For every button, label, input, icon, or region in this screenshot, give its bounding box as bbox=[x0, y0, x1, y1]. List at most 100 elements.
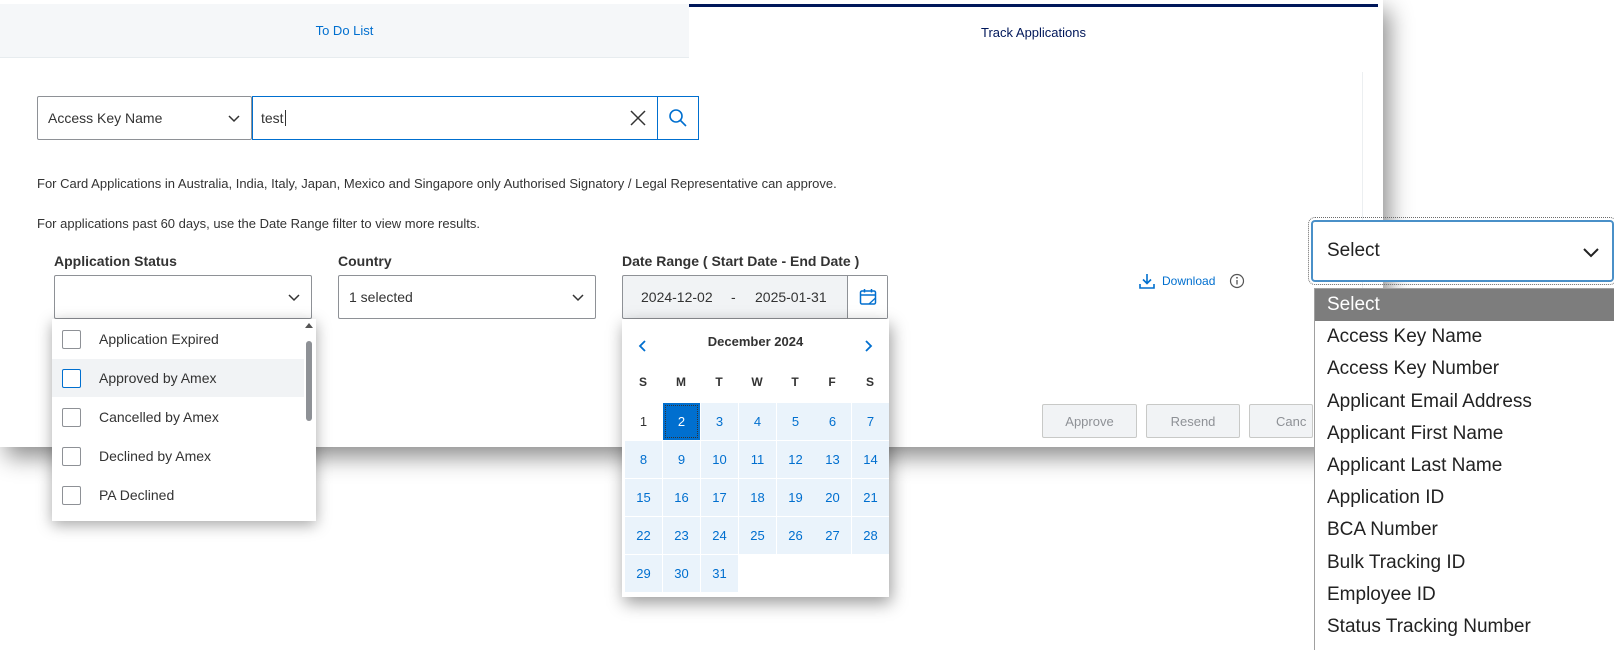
dropdown-option-access-key-number[interactable]: Access Key Number bbox=[1315, 353, 1614, 385]
status-option-pa-declined[interactable]: PA Declined bbox=[52, 476, 304, 514]
calendar-day-3[interactable]: 3 bbox=[701, 403, 738, 440]
calendar-day-1[interactable]: 1 bbox=[625, 403, 662, 440]
checkbox[interactable] bbox=[62, 485, 81, 505]
status-option-application-expired[interactable]: Application Expired bbox=[52, 320, 304, 358]
status-option-label: Declined by Amex bbox=[99, 448, 212, 464]
status-option-label: Approved by Amex bbox=[99, 370, 217, 386]
date-range-note: For applications past 60 days, use the D… bbox=[37, 216, 480, 231]
dropdown-option-employee-id[interactable]: Employee ID bbox=[1315, 579, 1614, 611]
country-select[interactable]: 1 selected bbox=[338, 275, 596, 319]
search-input[interactable]: test bbox=[252, 96, 658, 140]
dropdown-option-access-key-name[interactable]: Access Key Name bbox=[1315, 321, 1614, 353]
status-option-label: Application Expired bbox=[99, 331, 219, 347]
calendar-day-19[interactable]: 19 bbox=[777, 479, 814, 516]
checkbox[interactable] bbox=[62, 446, 81, 466]
calendar-month-title: December 2024 bbox=[707, 334, 804, 349]
tab-bar: To Do List Track Applications bbox=[0, 4, 1378, 58]
calendar-day-15[interactable]: 15 bbox=[625, 479, 662, 516]
calendar-day-20[interactable]: 20 bbox=[814, 479, 851, 516]
search-field-select[interactable]: Select bbox=[1308, 217, 1614, 285]
download-icon bbox=[1139, 274, 1155, 289]
calendar-day-23[interactable]: 23 bbox=[663, 517, 700, 554]
calendar-day-16[interactable]: 16 bbox=[663, 479, 700, 516]
dropdown-option-applicant-first-name[interactable]: Applicant First Name bbox=[1315, 418, 1614, 450]
calendar-day-22[interactable]: 22 bbox=[625, 517, 662, 554]
search-field-options: Select Access Key Name Access Key Number Ap… bbox=[1314, 288, 1614, 650]
scroll-up-icon[interactable] bbox=[304, 321, 314, 329]
calendar-day-28[interactable]: 28 bbox=[852, 517, 889, 554]
date-separator: - bbox=[731, 289, 736, 305]
calendar-day-30[interactable]: 30 bbox=[663, 555, 700, 592]
chevron-down-icon bbox=[572, 294, 584, 302]
calendar-day-9[interactable]: 9 bbox=[663, 441, 700, 478]
tab-to-do-list[interactable]: To Do List bbox=[0, 4, 689, 58]
next-month-button[interactable] bbox=[858, 336, 878, 356]
calendar-day-11[interactable]: 11 bbox=[739, 441, 776, 478]
calendar-day-17[interactable]: 17 bbox=[701, 479, 738, 516]
weekday-header: T bbox=[791, 375, 799, 389]
weekday-header: T bbox=[715, 375, 723, 389]
resend-button[interactable]: Resend bbox=[1146, 404, 1240, 438]
status-option-declined-by-amex[interactable]: Declined by Amex bbox=[52, 437, 304, 475]
search-button[interactable] bbox=[657, 96, 699, 140]
scrollbar-thumb[interactable] bbox=[306, 341, 312, 421]
download-link[interactable]: Download bbox=[1138, 272, 1215, 290]
calendar-day-7[interactable]: 7 bbox=[852, 403, 889, 440]
calendar-day-5[interactable]: 5 bbox=[777, 403, 814, 440]
dropdown-option-applicant-last-name[interactable]: Applicant Last Name bbox=[1315, 450, 1614, 482]
calendar-day-6[interactable]: 6 bbox=[814, 403, 851, 440]
dropdown-option-bulk-tracking-id[interactable]: Bulk Tracking ID bbox=[1315, 547, 1614, 579]
approval-note: For Card Applications in Australia, Indi… bbox=[37, 176, 837, 191]
dropdown-option-status-tracking-number[interactable]: Status Tracking Number bbox=[1315, 611, 1614, 643]
calendar-day-2[interactable]: 2 bbox=[663, 403, 700, 440]
calendar-day-12[interactable]: 12 bbox=[777, 441, 814, 478]
date-end-value[interactable]: 2025-01-31 bbox=[755, 289, 827, 305]
calendar-day-10[interactable]: 10 bbox=[701, 441, 738, 478]
calendar-day-27[interactable]: 27 bbox=[814, 517, 851, 554]
calendar-day-8[interactable]: 8 bbox=[625, 441, 662, 478]
calendar-button[interactable] bbox=[847, 276, 887, 318]
status-option-label: PA Declined bbox=[99, 487, 175, 503]
calendar-day-14[interactable]: 14 bbox=[852, 441, 889, 478]
application-status-select[interactable] bbox=[54, 275, 312, 319]
date-range-input[interactable]: 2024-12-02 - 2025-01-31 bbox=[622, 275, 888, 319]
country-value: 1 selected bbox=[349, 289, 413, 305]
calendar-day-4[interactable]: 4 bbox=[739, 403, 776, 440]
approve-button[interactable]: Approve bbox=[1042, 404, 1137, 438]
search-icon bbox=[669, 109, 687, 127]
date-start-value[interactable]: 2024-12-02 bbox=[641, 289, 713, 305]
calendar-day-26[interactable]: 26 bbox=[777, 517, 814, 554]
weekday-header: M bbox=[676, 375, 686, 389]
checkbox[interactable] bbox=[62, 368, 81, 388]
search-field-dropdown: Select Select Access Key Name Access Key N… bbox=[1308, 217, 1614, 650]
chevron-right-icon bbox=[865, 340, 873, 352]
date-range-label: Date Range ( Start Date - End Date ) bbox=[622, 253, 860, 269]
dropdown-option-select[interactable]: Select bbox=[1315, 289, 1614, 321]
status-option-approved-by-amex[interactable]: Approved by Amex bbox=[52, 359, 304, 397]
weekday-header: W bbox=[751, 375, 763, 389]
dropdown-option-application-id[interactable]: Application ID bbox=[1315, 482, 1614, 514]
weekday-header: F bbox=[828, 375, 836, 389]
status-option-cancelled-by-amex[interactable]: Cancelled by Amex bbox=[52, 398, 304, 436]
checkbox[interactable] bbox=[62, 407, 81, 427]
download-label: Download bbox=[1162, 274, 1216, 288]
calendar-icon bbox=[859, 289, 876, 305]
checkbox[interactable] bbox=[62, 329, 81, 349]
calendar-day-24[interactable]: 24 bbox=[701, 517, 738, 554]
calendar-day-18[interactable]: 18 bbox=[739, 479, 776, 516]
cancel-button[interactable]: Canc bbox=[1249, 404, 1313, 438]
calendar-day-13[interactable]: 13 bbox=[814, 441, 851, 478]
calendar-day-25[interactable]: 25 bbox=[739, 517, 776, 554]
calendar-day-29[interactable]: 29 bbox=[625, 555, 662, 592]
application-status-options: Application Expired Approved by Amex Can… bbox=[52, 319, 316, 521]
dropdown-option-bca-number[interactable]: BCA Number bbox=[1315, 514, 1614, 546]
weekday-header: S bbox=[638, 375, 647, 389]
calendar-day-31[interactable]: 31 bbox=[701, 555, 738, 592]
search-type-select[interactable]: Access Key Name bbox=[37, 96, 252, 140]
info-icon[interactable] bbox=[1229, 273, 1245, 289]
dropdown-option-applicant-email-address[interactable]: Applicant Email Address bbox=[1315, 386, 1614, 418]
tab-track-applications[interactable]: Track Applications bbox=[689, 4, 1378, 58]
clear-search-button[interactable] bbox=[624, 104, 652, 132]
search-field-select-value: Select bbox=[1327, 240, 1380, 261]
calendar-day-21[interactable]: 21 bbox=[852, 479, 889, 516]
